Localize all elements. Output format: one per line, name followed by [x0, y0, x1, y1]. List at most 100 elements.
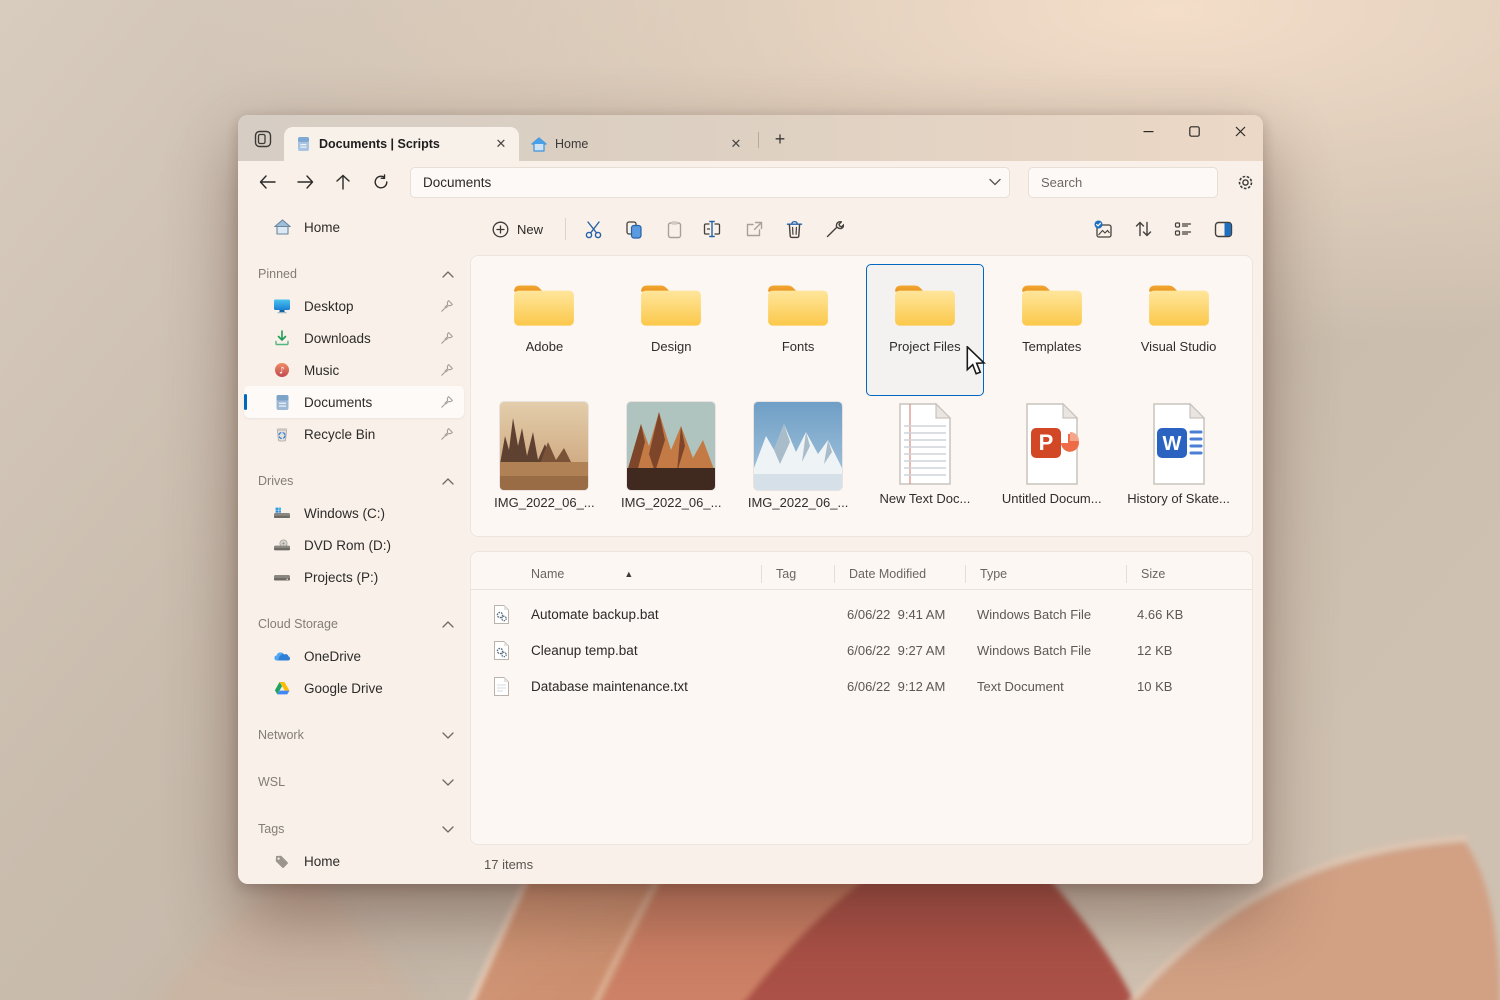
rename-button[interactable] [696, 212, 732, 246]
sidebar-item-label: Projects (P:) [304, 570, 454, 585]
column-header-size[interactable]: Size [1141, 567, 1165, 581]
cut-button[interactable] [576, 212, 612, 246]
sidebar-section-network[interactable]: Network [238, 719, 470, 751]
folder-name: Visual Studio [1141, 339, 1217, 354]
file-tile-untitled-presentation[interactable]: P Untitled Docum... [992, 396, 1111, 524]
tab-documents-scripts[interactable]: Documents | Scripts ✕ [284, 127, 519, 161]
view-button[interactable] [1165, 212, 1201, 246]
file-row-database-maintenance[interactable]: Database maintenance.txt 6/06/22 9:12 AM… [471, 668, 1252, 704]
folder-name: Fonts [782, 339, 815, 354]
items-count: 17 items [484, 857, 533, 872]
refresh-button[interactable] [364, 167, 398, 197]
sidebar-section-wsl[interactable]: WSL [238, 766, 470, 798]
file-name: Cleanup temp.bat [531, 643, 761, 658]
sidebar-item-label: Downloads [304, 331, 427, 346]
file-tile-image-3[interactable]: IMG_2022_06_... [739, 396, 858, 524]
desktop-icon [273, 297, 291, 315]
sidebar-item-onedrive[interactable]: OneDrive [244, 640, 464, 672]
sidebar-section-pinned[interactable]: Pinned [238, 258, 470, 290]
documents-icon [273, 393, 291, 411]
column-header-type[interactable]: Type [980, 567, 1007, 581]
tab-close-icon[interactable]: ✕ [491, 134, 511, 154]
sidebar-item-label: Home [304, 220, 454, 235]
folder-tile-adobe[interactable]: Adobe [485, 264, 604, 396]
sidebar-section-drives[interactable]: Drives [238, 465, 470, 497]
minimize-button[interactable] [1125, 115, 1171, 147]
main-content: New [470, 203, 1263, 884]
file-tile-history-of-skate[interactable]: W History of Skate... [1119, 396, 1238, 524]
folder-name: Project Files [889, 339, 961, 354]
share-button[interactable] [736, 212, 772, 246]
sidebar-item-tag-home[interactable]: Home [244, 845, 464, 877]
thumbnail-check-icon [1093, 220, 1114, 239]
section-label: Pinned [258, 267, 442, 281]
file-tile-image-2[interactable]: IMG_2022_06_... [612, 396, 731, 524]
sort-ascending-icon[interactable]: ▲ [624, 569, 633, 579]
maximize-button[interactable] [1171, 115, 1217, 147]
folder-tile-visual-studio[interactable]: Visual Studio [1119, 264, 1238, 396]
folder-tile-templates[interactable]: Templates [992, 264, 1111, 396]
properties-button[interactable] [816, 212, 852, 246]
copy-icon [625, 220, 643, 239]
select-thumbnails-button[interactable] [1085, 212, 1121, 246]
file-row-cleanup-temp[interactable]: Cleanup temp.bat 6/06/22 9:27 AM Windows… [471, 632, 1252, 668]
copy-button[interactable] [616, 212, 652, 246]
address-chevron-down-icon[interactable] [989, 178, 1001, 186]
folder-tile-design[interactable]: Design [612, 264, 731, 396]
address-bar[interactable] [410, 167, 1010, 198]
details-list-panel: Name ▲ Tag Date Modified Type Size [470, 551, 1253, 845]
sidebar-item-label: DVD Rom (D:) [304, 538, 454, 553]
new-tab-button[interactable]: + [767, 126, 793, 152]
folder-tile-project-files[interactable]: Project Files [866, 264, 985, 396]
file-row-automate-backup[interactable]: Automate backup.bat 6/06/22 9:41 AM Wind… [471, 596, 1252, 632]
pin-icon [440, 427, 454, 441]
details-pane-button[interactable] [1205, 212, 1241, 246]
paste-button[interactable] [656, 212, 692, 246]
sidebar-item-google-drive[interactable]: Google Drive [244, 672, 464, 704]
column-header-date-modified[interactable]: Date Modified [849, 567, 926, 581]
settings-button[interactable] [1228, 167, 1262, 197]
section-label: Tags [258, 822, 442, 836]
column-header-name[interactable]: Name [531, 567, 564, 581]
sidebar-item-music[interactable]: ♪ Music [244, 354, 464, 386]
sidebar-item-dvd-d[interactable]: DVD Rom (D:) [244, 529, 464, 561]
column-header-tag[interactable]: Tag [776, 567, 796, 581]
up-button[interactable] [326, 167, 360, 197]
tab-home[interactable]: Home ✕ [519, 127, 754, 161]
folder-icon [511, 278, 577, 330]
sidebar-item-recycle-bin[interactable]: Recycle Bin [244, 418, 464, 450]
sidebar-item-windows-c[interactable]: Windows (C:) [244, 497, 464, 529]
file-name: IMG_2022_06_... [748, 495, 848, 510]
sidebar-item-downloads[interactable]: Downloads [244, 322, 464, 354]
tab-list-icon [254, 130, 272, 148]
close-button[interactable] [1217, 115, 1263, 147]
search-input[interactable] [1041, 175, 1217, 190]
section-label: WSL [258, 775, 442, 789]
cut-icon [584, 220, 604, 239]
tab-close-icon[interactable]: ✕ [726, 134, 746, 154]
folder-tile-fonts[interactable]: Fonts [739, 264, 858, 396]
file-tile-new-text-doc[interactable]: New Text Doc... [866, 396, 985, 524]
chevron-down-icon [442, 732, 454, 739]
sidebar-item-desktop[interactable]: Desktop [244, 290, 464, 322]
file-tile-image-1[interactable]: IMG_2022_06_... [485, 396, 604, 524]
sidebar-section-cloud-storage[interactable]: Cloud Storage [238, 608, 470, 640]
back-button[interactable] [250, 167, 284, 197]
forward-button[interactable] [288, 167, 322, 197]
delete-button[interactable] [776, 212, 812, 246]
search-box[interactable] [1028, 167, 1218, 198]
tab-list-button[interactable] [248, 124, 278, 154]
tag-icon [273, 852, 291, 870]
back-icon [259, 175, 276, 189]
section-label: Cloud Storage [258, 617, 442, 631]
sidebar-item-documents[interactable]: Documents [244, 386, 464, 418]
new-button[interactable]: New [482, 212, 555, 246]
section-label: Network [258, 728, 442, 742]
forward-icon [297, 175, 314, 189]
address-input[interactable] [423, 175, 989, 190]
sort-button[interactable] [1125, 212, 1161, 246]
file-size: 4.66 KB [1123, 607, 1223, 622]
sidebar-item-projects-p[interactable]: Projects (P:) [244, 561, 464, 593]
sidebar-item-home[interactable]: Home [244, 211, 464, 243]
sidebar-section-tags[interactable]: Tags [238, 813, 470, 845]
